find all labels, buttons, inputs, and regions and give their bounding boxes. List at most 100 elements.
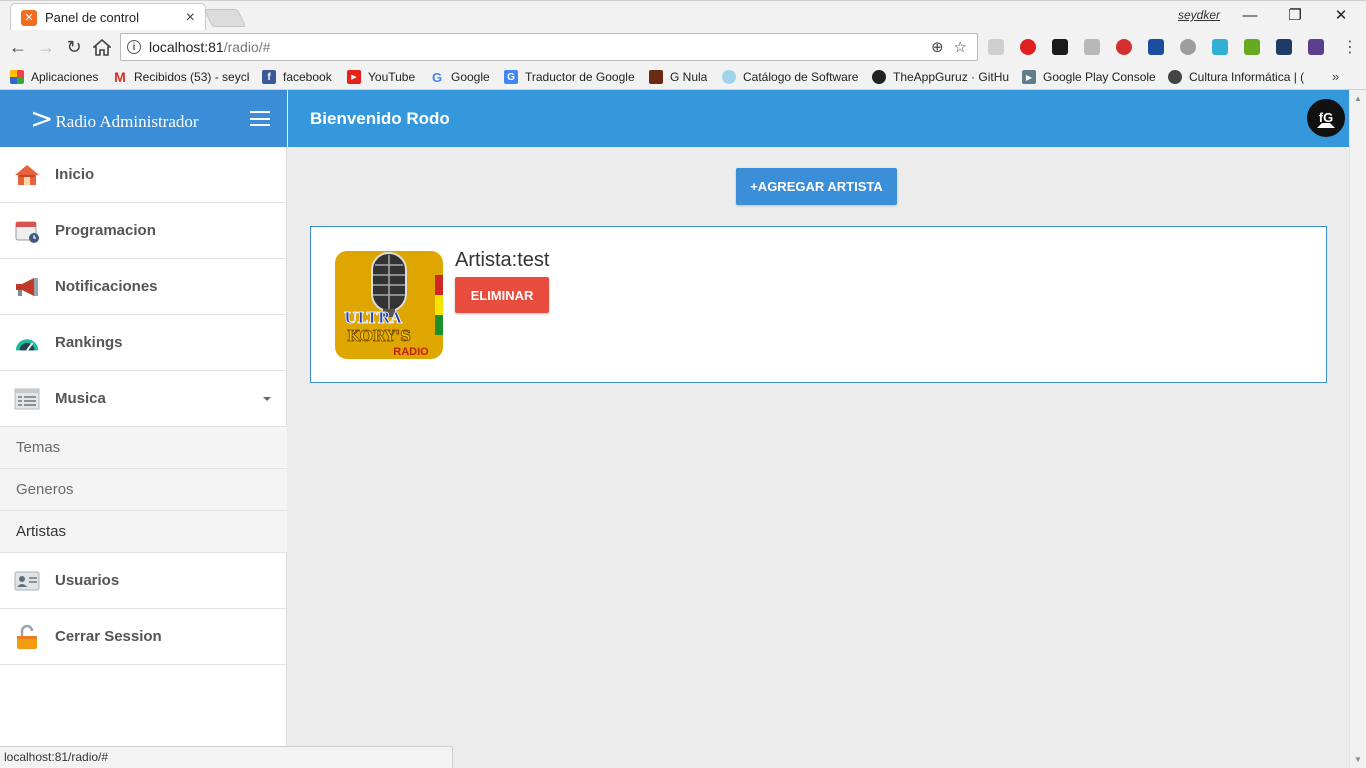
sidebar: Inicio Programacion Notificaciones Ranki… bbox=[0, 147, 287, 768]
catalog-icon bbox=[722, 70, 736, 84]
apps-grid-icon bbox=[10, 70, 24, 84]
address-bar[interactable]: i localhost:81/radio/# ⊕ ☆ bbox=[120, 33, 978, 61]
brand-title[interactable]: Radio Administrador bbox=[55, 112, 198, 132]
github-icon bbox=[872, 70, 886, 84]
delete-artist-button[interactable]: ELIMINAR bbox=[455, 277, 549, 313]
page-scrollbar[interactable]: ▲ ▼ bbox=[1349, 90, 1366, 768]
bookmarks-overflow-icon[interactable]: » bbox=[1332, 69, 1339, 84]
restore-icon[interactable]: ❐ bbox=[1272, 3, 1318, 27]
welcome-title: Bienvenido Rodo bbox=[310, 108, 450, 128]
padlock-open-icon bbox=[14, 624, 40, 650]
extension-counter-icon[interactable] bbox=[1052, 39, 1068, 55]
pinterest-icon[interactable] bbox=[1116, 39, 1132, 55]
bookmark-ext-icon[interactable] bbox=[1148, 39, 1164, 55]
reload-icon[interactable]: ↻ bbox=[62, 35, 86, 59]
android-icon[interactable] bbox=[1212, 39, 1228, 55]
extension-bag-icon[interactable] bbox=[1084, 39, 1100, 55]
sidebar-item-notificaciones[interactable]: Notificaciones bbox=[0, 259, 287, 315]
home-icon[interactable] bbox=[90, 35, 114, 59]
back-arrow-icon[interactable]: ← bbox=[6, 35, 30, 59]
google-icon: G bbox=[431, 69, 443, 85]
tab-title: Panel de control bbox=[45, 10, 139, 25]
sidebar-item-programacion[interactable]: Programacion bbox=[0, 203, 287, 259]
calendar-icon bbox=[14, 218, 40, 244]
caret-down-icon bbox=[263, 397, 271, 401]
brand-bar: > Radio Administrador bbox=[0, 90, 287, 147]
scroll-up-icon[interactable]: ▲ bbox=[1354, 94, 1362, 103]
browser-status-bar: localhost:81/radio/# bbox=[0, 746, 453, 768]
sidebar-item-cerrar-session[interactable]: Cerrar Session bbox=[0, 609, 287, 665]
home-icon bbox=[14, 162, 40, 188]
download-icon[interactable] bbox=[1244, 39, 1260, 55]
id-card-icon bbox=[14, 568, 40, 594]
sidebar-item-musica[interactable]: Musica bbox=[0, 371, 287, 427]
profile-user-name[interactable]: seydker bbox=[1178, 8, 1220, 22]
sidebar-subitem-temas[interactable]: Temas bbox=[0, 427, 287, 469]
info-icon[interactable]: i bbox=[127, 40, 141, 54]
sidebar-item-inicio[interactable]: Inicio bbox=[0, 147, 287, 203]
analytics-icon[interactable] bbox=[1276, 39, 1292, 55]
tab-close-icon[interactable]: × bbox=[186, 9, 195, 27]
sidebar-item-label: Notificaciones bbox=[55, 278, 158, 295]
browser-titlebar: ✕ Panel de control × seydker — ❐ ✕ bbox=[0, 0, 1366, 31]
sidebar-item-label: Usuarios bbox=[55, 572, 120, 589]
new-tab-button[interactable] bbox=[203, 9, 247, 27]
sidebar-subitem-label: Artistas bbox=[16, 523, 67, 540]
scroll-down-icon[interactable]: ▼ bbox=[1354, 755, 1362, 764]
minimize-icon[interactable]: — bbox=[1227, 3, 1273, 27]
sidebar-subitem-artistas[interactable]: Artistas bbox=[0, 511, 287, 553]
extension-puzzle-icon[interactable] bbox=[988, 39, 1004, 55]
sidebar-item-rankings[interactable]: Rankings bbox=[0, 315, 287, 371]
browser-menu-icon[interactable]: ⋮ bbox=[1342, 37, 1358, 57]
url-path: /radio/# bbox=[223, 39, 271, 55]
bookmark-item[interactable]: G Google bbox=[430, 68, 495, 86]
extension-cube-icon[interactable] bbox=[1180, 39, 1196, 55]
list-icon bbox=[14, 386, 40, 412]
close-window-icon[interactable]: ✕ bbox=[1318, 3, 1364, 27]
sidebar-subitem-label: Temas bbox=[16, 439, 61, 456]
bookmark-item[interactable]: Cultura Informática | ( bbox=[1168, 68, 1310, 86]
bookmark-item[interactable]: M Recibidos (53) - seyck bbox=[113, 68, 249, 86]
browser-toolbar: ← → ↻ i localhost:81/radio/# ⊕ ☆ ⋮ bbox=[0, 30, 1366, 64]
sidebar-item-label: Musica bbox=[55, 390, 106, 407]
bookmarks-bar: Aplicaciones M Recibidos (53) - seyck f fa… bbox=[0, 64, 1366, 90]
sidebar-item-label: Cerrar Session bbox=[55, 628, 162, 645]
bookmark-item[interactable]: ▶ Google Play Console bbox=[1022, 68, 1160, 86]
zoom-icon[interactable]: ⊕ bbox=[931, 38, 944, 56]
hamburger-menu-icon[interactable] bbox=[250, 111, 270, 126]
bookmark-item[interactable]: f facebook bbox=[262, 68, 342, 86]
sidebar-item-label: Inicio bbox=[55, 166, 95, 183]
top-header: Bienvenido Rodo fG bbox=[288, 90, 1349, 147]
svg-text:ULTRA: ULTRA bbox=[344, 309, 402, 327]
bookmark-item[interactable]: Catálogo de Software bbox=[722, 68, 860, 86]
svg-text:KORY'S: KORY'S bbox=[347, 327, 411, 345]
bookmark-item[interactable]: TheAppGuruz · GitHu bbox=[872, 68, 1010, 86]
artist-logo-image: ULTRA KORY'S RADIO bbox=[335, 251, 443, 359]
opera-icon[interactable] bbox=[1020, 39, 1036, 55]
bookmark-star-icon[interactable]: ☆ bbox=[954, 38, 967, 56]
gnula-icon bbox=[649, 70, 663, 84]
url-host: localhost:81 bbox=[149, 39, 224, 55]
bootstrap-icon[interactable] bbox=[1308, 39, 1324, 55]
avatar-logo-icon: fG bbox=[1310, 102, 1342, 134]
xampp-favicon-icon: ✕ bbox=[21, 9, 37, 26]
sidebar-item-label: Programacion bbox=[55, 222, 156, 239]
cultura-icon bbox=[1168, 70, 1182, 84]
browser-tab[interactable]: ✕ Panel de control × bbox=[10, 3, 206, 31]
bookmark-item[interactable]: G Nula bbox=[649, 68, 713, 86]
sidebar-item-usuarios[interactable]: Usuarios bbox=[0, 553, 287, 609]
sidebar-subitem-generos[interactable]: Generos bbox=[0, 469, 287, 511]
sidebar-item-label: Rankings bbox=[55, 334, 123, 351]
bookmark-item[interactable]: G Traductor de Google bbox=[504, 68, 641, 86]
gmail-icon: M bbox=[114, 69, 126, 85]
sidebar-subitem-label: Generos bbox=[16, 481, 74, 498]
avatar[interactable]: fG bbox=[1305, 97, 1347, 139]
page-content: > Radio Administrador Bienvenido Rodo fG… bbox=[0, 90, 1349, 768]
gauge-icon bbox=[14, 330, 40, 356]
artist-name: Artista:test bbox=[455, 249, 550, 271]
add-artist-button[interactable]: +AGREGAR ARTISTA bbox=[736, 168, 897, 205]
translate-icon: G bbox=[504, 70, 518, 84]
bookmark-item[interactable]: Aplicaciones bbox=[10, 68, 105, 86]
bookmark-item[interactable]: ▶ YouTube bbox=[347, 68, 422, 86]
forward-arrow-icon[interactable]: → bbox=[34, 35, 58, 59]
